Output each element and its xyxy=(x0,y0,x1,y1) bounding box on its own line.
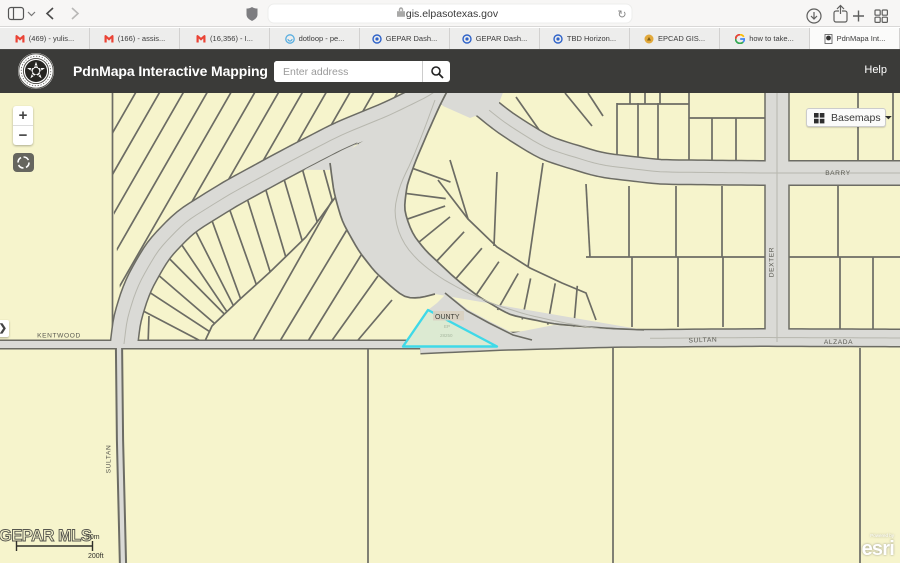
svg-text:EP: EP xyxy=(444,324,450,329)
svg-text:SULTAN: SULTAN xyxy=(106,445,113,474)
svg-text:ALZADA: ALZADA xyxy=(824,339,853,346)
svg-text:BARRY: BARRY xyxy=(825,170,851,177)
svg-text:28250: 28250 xyxy=(440,333,453,338)
svg-text:SULTAN: SULTAN xyxy=(689,337,718,345)
svg-text:200ft: 200ft xyxy=(88,553,104,559)
svg-text:OUNTY: OUNTY xyxy=(435,314,460,321)
svg-text:↻: ↻ xyxy=(617,9,626,21)
svg-text:50m: 50m xyxy=(86,534,100,541)
svg-text:KENTWOOD: KENTWOOD xyxy=(37,333,81,340)
svg-text:gis.elpasotexas.gov: gis.elpasotexas.gov xyxy=(406,8,499,20)
svg-text:DEXTER: DEXTER xyxy=(769,247,776,277)
